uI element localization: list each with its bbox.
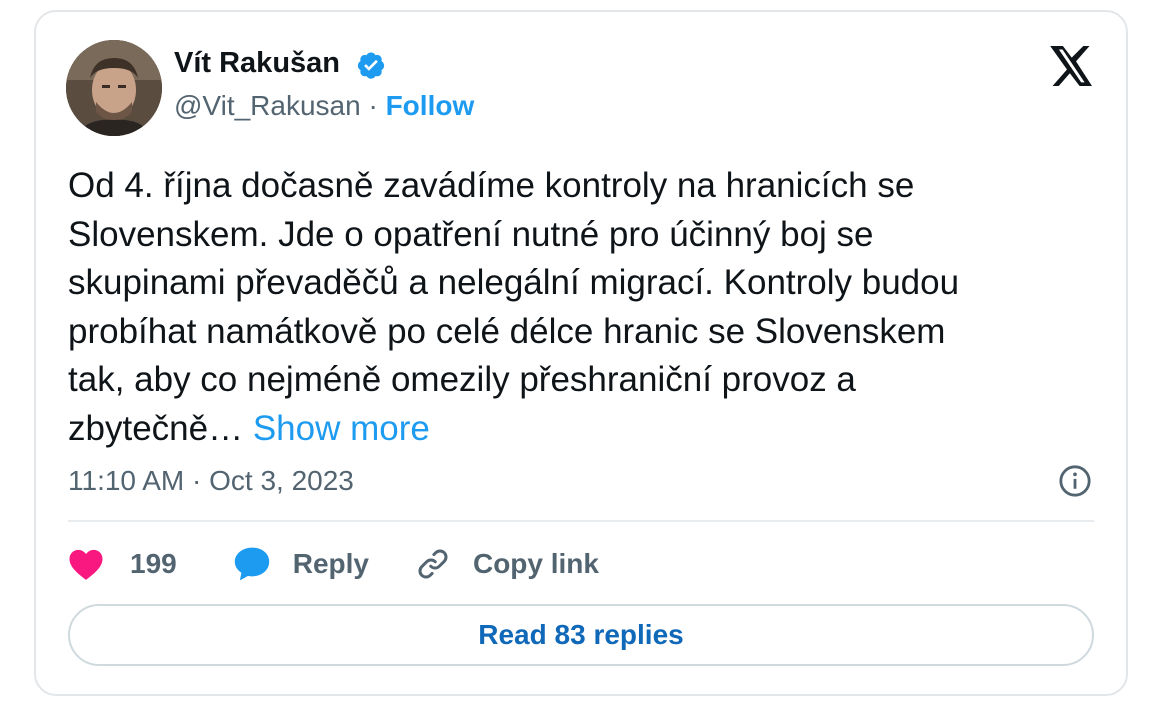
avatar[interactable] bbox=[66, 40, 162, 136]
info-icon[interactable] bbox=[1058, 464, 1092, 498]
like-count: 199 bbox=[130, 548, 177, 579]
link-icon bbox=[418, 549, 448, 579]
reply-label: Reply bbox=[292, 548, 369, 579]
handle-line: @Vit_Rakusan · Follow bbox=[174, 89, 474, 123]
read-replies-label: Read 83 replies bbox=[478, 619, 684, 650]
action-bar: 199 Reply Copy link bbox=[68, 542, 599, 586]
tweet-text: Od 4. října dočasně zavádíme kontroly na… bbox=[68, 162, 1108, 453]
show-more-link[interactable]: Show more bbox=[253, 409, 430, 448]
follow-button[interactable]: Follow bbox=[386, 90, 475, 121]
verified-badge-icon bbox=[356, 50, 386, 80]
x-logo-icon[interactable] bbox=[1050, 46, 1094, 86]
read-replies-button[interactable]: Read 83 replies bbox=[68, 604, 1094, 666]
reply-button[interactable]: Reply bbox=[233, 546, 369, 582]
copy-link-label: Copy link bbox=[472, 548, 599, 579]
author-name[interactable]: Vít Rakušan bbox=[174, 46, 340, 80]
copy-link-button[interactable]: Copy link bbox=[415, 546, 599, 582]
separator: · bbox=[360, 90, 386, 121]
heart-icon bbox=[69, 549, 103, 580]
tweet-timestamp[interactable]: 11:10 AM · Oct 3, 2023 bbox=[68, 464, 354, 498]
speech-bubble-icon bbox=[234, 547, 269, 581]
tweet-card: Vít Rakušan @Vit_Rakusan · Follow Od 4. … bbox=[34, 10, 1128, 696]
like-button[interactable]: 199 bbox=[68, 547, 177, 581]
divider bbox=[68, 520, 1094, 522]
tweet-body: Od 4. října dočasně zavádíme kontroly na… bbox=[68, 166, 960, 448]
author-handle[interactable]: @Vit_Rakusan bbox=[174, 90, 361, 121]
